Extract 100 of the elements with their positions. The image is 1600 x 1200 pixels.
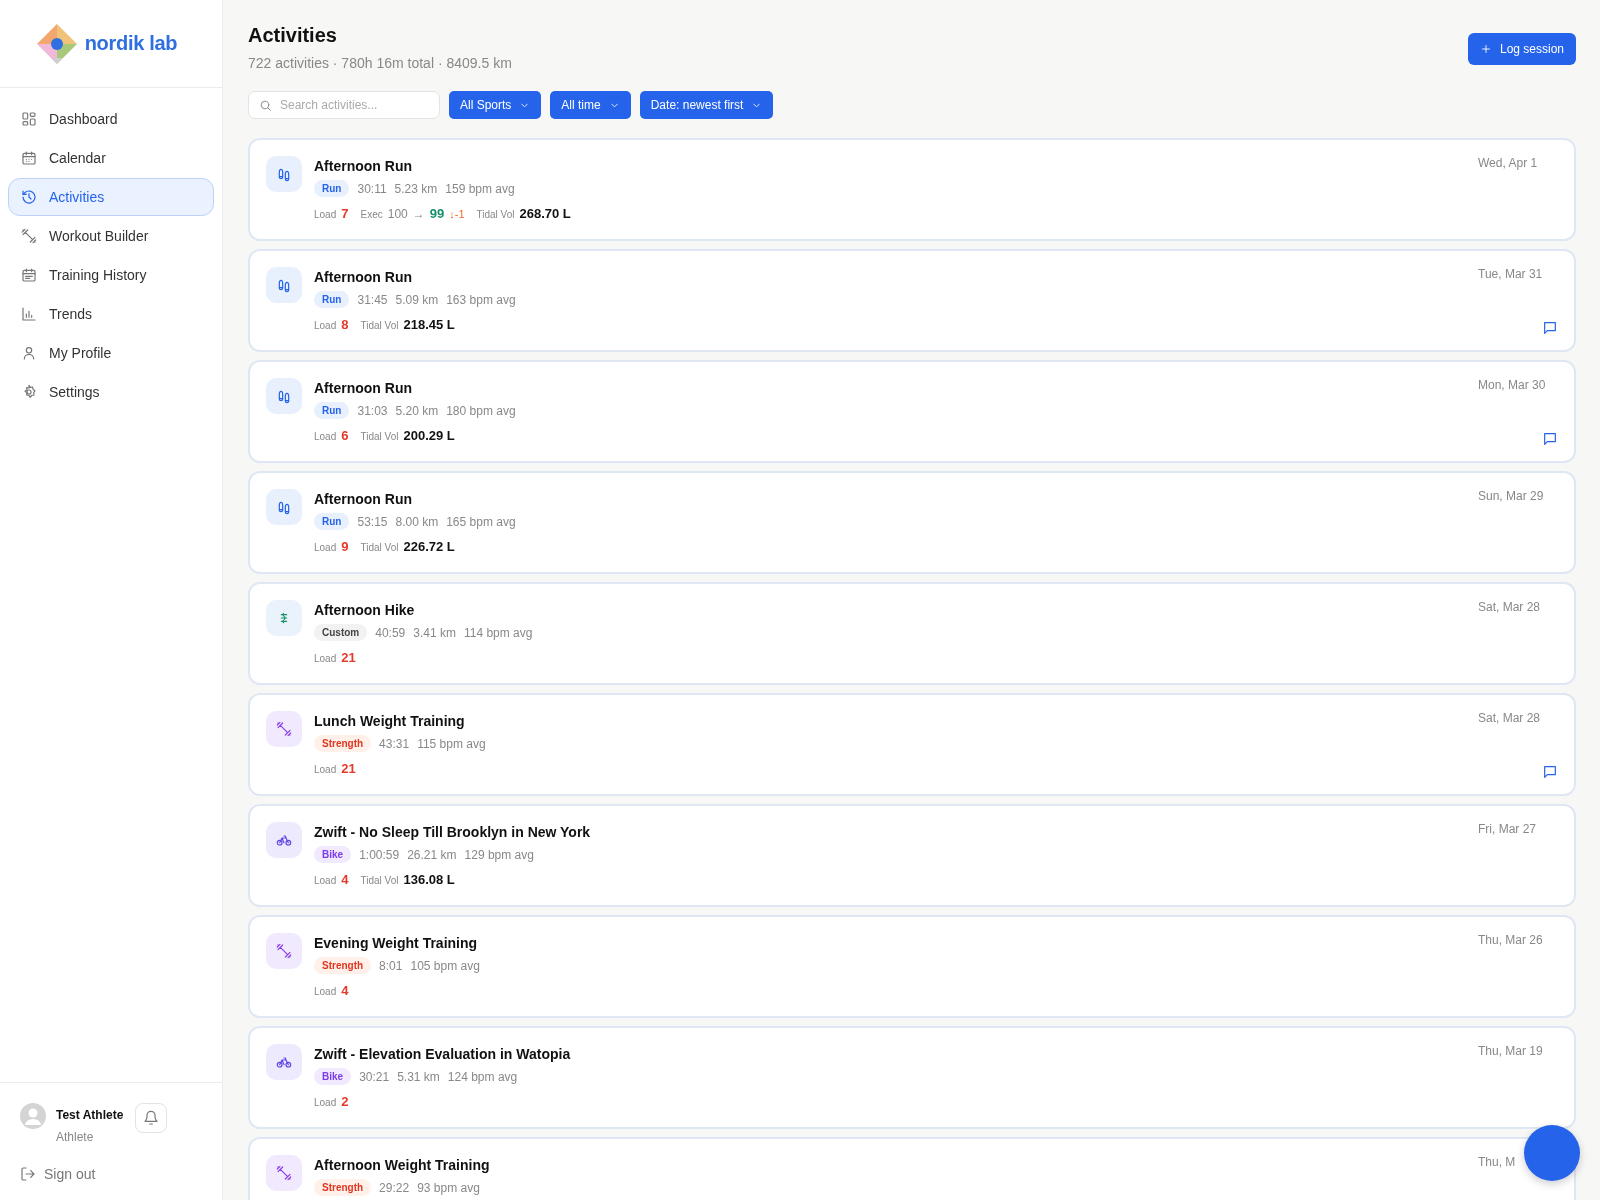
stat-text: 31:03: [357, 403, 388, 418]
exec-label: Exec: [360, 209, 383, 220]
activity-card[interactable]: Afternoon Run Run 31:03 5.20 km 180 bpm avg Load 6 Tidal Vol 200.29 L Mon, Mar 30: [248, 360, 1576, 463]
nav-item[interactable]: Calendar: [8, 139, 214, 177]
activity-title[interactable]: Afternoon Run: [314, 491, 1466, 507]
notifications-button[interactable]: [135, 1103, 168, 1133]
stat-text: 30:21: [359, 1069, 390, 1084]
load-value: 21: [341, 761, 356, 776]
sport-tag: Run: [314, 513, 350, 530]
stat-text: 53:15: [357, 514, 388, 529]
activity-card[interactable]: Afternoon Hike Custom 40:59 3.41 km 114 bpm avg Load 21 Sat, Mar 28: [248, 582, 1576, 685]
sign-out-link[interactable]: Sign out: [20, 1166, 202, 1182]
load-value: 9: [341, 539, 349, 554]
nav-item[interactable]: Trends: [8, 295, 214, 333]
tidal-label: Tidal Vol: [360, 542, 399, 553]
nav-item[interactable]: Training History: [8, 256, 214, 294]
search-icon: [259, 99, 272, 112]
activity-title[interactable]: Zwift - Elevation Evaluation in Watopia: [314, 1046, 1466, 1062]
footprints-icon: [276, 166, 292, 182]
nav-item[interactable]: My Profile: [8, 334, 214, 372]
search-field[interactable]: Search activities...: [248, 91, 440, 119]
stat-text: 43:31: [379, 736, 410, 751]
exec-delta: ↓-1: [449, 208, 465, 220]
sport-tag: Strength: [314, 957, 372, 974]
sport-tag: Run: [314, 402, 350, 419]
nav-item[interactable]: Activities: [8, 178, 214, 216]
sign-out-icon: [20, 1166, 36, 1182]
footprints-icon: [276, 277, 292, 293]
plus-icon: [1479, 43, 1492, 55]
activity-title[interactable]: Afternoon Weight Training: [314, 1157, 1466, 1173]
activity-date: Thu, M: [1478, 1155, 1516, 1169]
activity-title[interactable]: Afternoon Hike: [314, 602, 1466, 618]
tidal-value: 226.72 L: [403, 539, 455, 554]
load-value: 7: [341, 206, 349, 221]
stat-text: 1:00:59: [359, 847, 400, 862]
stat-text: 30:11: [357, 181, 387, 196]
activity-title[interactable]: Afternoon Run: [314, 269, 1466, 285]
sport-tag: Run: [314, 291, 350, 308]
bicycle-icon: [276, 832, 292, 848]
load-value: 4: [341, 872, 349, 887]
filter-dropdown[interactable]: All Sports: [449, 91, 542, 119]
footprints-icon: [276, 499, 292, 515]
stat-text: 31:45: [357, 292, 388, 307]
tidal-label: Tidal Vol: [360, 875, 399, 886]
stat-text: 5.20 km: [395, 403, 439, 418]
activity-card[interactable]: Zwift - Elevation Evaluation in Watopia Bike 30:21 5.31 km 124 bpm avg Load 2 Thu, Mar 19: [248, 1026, 1576, 1129]
load-label: Load: [314, 320, 337, 331]
filter-dropdown[interactable]: All time: [550, 91, 631, 119]
activity-title[interactable]: Afternoon Run: [314, 158, 1466, 174]
activity-date: Sun, Mar 29: [1478, 489, 1544, 503]
nav-item[interactable]: Workout Builder: [8, 217, 214, 255]
sport-tag: Run: [314, 180, 350, 197]
load-value: 4: [341, 983, 349, 998]
stat-text: 114 bpm avg: [463, 625, 533, 640]
bar-chart-icon: [21, 306, 37, 322]
stat-text: 93 bpm avg: [417, 1180, 480, 1195]
bicycle-icon: [276, 1054, 292, 1070]
arrow-text: →: [412, 207, 425, 221]
grid-icon: [21, 111, 37, 127]
log-session-button[interactable]: Log session: [1467, 33, 1576, 65]
activity-card[interactable]: Afternoon Run Run 31:45 5.09 km 163 bpm avg Load 8 Tidal Vol 218.45 L Tue, Mar 31: [248, 249, 1576, 352]
activity-date: Sat, Mar 28: [1478, 711, 1541, 725]
activity-title[interactable]: Afternoon Run: [314, 380, 1466, 396]
activity-card[interactable]: Zwift - No Sleep Till Brooklyn in New York Bike 1:00:59 26.21 km 129 bpm avg Load 4 Tidal Vol 136.08 L Fri, Mar 27: [248, 804, 1576, 907]
sport-tag: Bike: [314, 846, 352, 863]
activity-card[interactable]: Afternoon Run Run 53:15 8.00 km 165 bpm avg Load 9 Tidal Vol 226.72 L Sun, Mar 29: [248, 471, 1576, 574]
stat-text: 159 bpm avg: [445, 181, 515, 196]
stat-text: 5.23 km: [394, 181, 438, 196]
load-label: Load: [314, 542, 337, 553]
tidal-value: 136.08 L: [403, 872, 455, 887]
activity-card[interactable]: Lunch Weight Training Strength 43:31 115 bpm avg Load 21 Sat, Mar 28: [248, 693, 1576, 796]
dumbbell-icon: [276, 943, 292, 959]
nav-item[interactable]: Dashboard: [8, 100, 214, 138]
history-icon: [21, 189, 37, 205]
stat-text: 124 bpm avg: [447, 1069, 518, 1084]
sport-tag: Strength: [314, 735, 372, 752]
activity-date: Thu, Mar 26: [1478, 933, 1543, 947]
activity-card[interactable]: Evening Weight Training Strength 8:01 105 bpm avg Load 4 Thu, Mar 26: [248, 915, 1576, 1018]
activity-date: Wed, Apr 1: [1478, 156, 1538, 170]
stat-text: 8:01: [379, 958, 403, 973]
nav-item[interactable]: Settings: [8, 373, 214, 411]
load-label: Load: [314, 764, 337, 775]
activity-card[interactable]: Afternoon Run Run 30:11 5.23 km 159 bpm avg Load 7 Exec 100 → 99 ↓-1 Tidal Vol 268.70 L Wed, Apr 1: [248, 138, 1576, 241]
activity-title[interactable]: Evening Weight Training: [314, 935, 1466, 951]
load-label: Load: [314, 875, 337, 886]
tidal-label: Tidal Vol: [360, 431, 399, 442]
activity-date: Sat, Mar 28: [1478, 600, 1541, 614]
stat-text: 180 bpm avg: [446, 403, 516, 418]
activity-title[interactable]: Lunch Weight Training: [314, 713, 1466, 729]
bell-icon: [143, 1110, 160, 1126]
exec-to: 99: [429, 206, 445, 221]
stat-text: 129 bpm avg: [464, 847, 534, 862]
dumbbell-icon: [21, 228, 37, 244]
load-value: 6: [341, 428, 349, 443]
load-label: Load: [314, 209, 337, 220]
activity-card[interactable]: Afternoon Weight Training Strength 29:22 93 bpm avg Thu, M: [248, 1137, 1576, 1200]
brand-name: nordik lab: [84, 32, 178, 55]
user-role: Athlete: [56, 1130, 95, 1144]
activity-title[interactable]: Zwift - No Sleep Till Brooklyn in New York: [314, 824, 1466, 840]
filter-dropdown[interactable]: Date: newest first: [639, 91, 774, 119]
